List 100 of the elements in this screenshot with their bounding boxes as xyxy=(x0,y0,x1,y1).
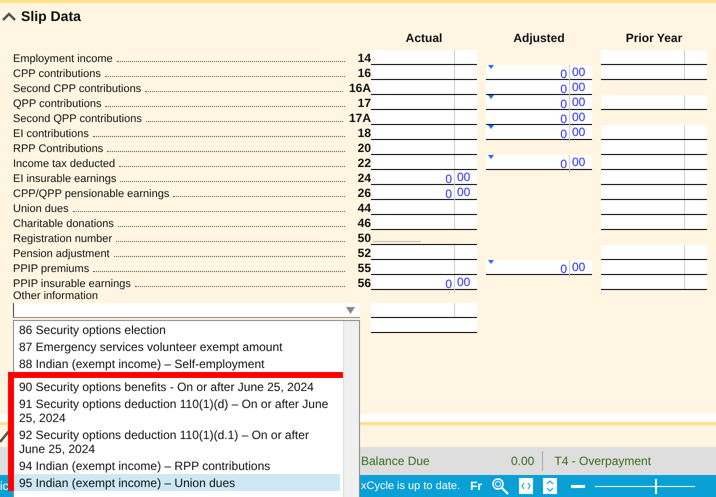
box-number: 16 xyxy=(356,66,371,80)
field-label: Second CPP contributions xyxy=(13,83,142,95)
dropdown-option[interactable]: 86 Security options election xyxy=(14,321,340,338)
box-number: 20 xyxy=(356,141,371,155)
input-field[interactable] xyxy=(371,215,477,230)
input-field[interactable] xyxy=(371,95,477,110)
box-number: 50 xyxy=(356,231,371,245)
input-field[interactable] xyxy=(371,110,477,125)
column-header: Adjusted xyxy=(512,30,566,47)
box-number: 44 xyxy=(356,201,371,215)
amount-text: 0 xyxy=(560,112,568,126)
amount-text: 0 xyxy=(445,172,453,186)
cents-text: 00 xyxy=(456,170,472,184)
dropdown-option[interactable]: 88 Indian (exempt income) – Self-employment xyxy=(14,355,340,372)
field-label: Charitable donations xyxy=(13,218,115,230)
zoom-slider[interactable] xyxy=(595,478,696,494)
box-number: 56 xyxy=(356,276,371,290)
cents-text: 00 xyxy=(571,260,586,274)
input-field[interactable] xyxy=(371,50,477,65)
cents-text: 00 xyxy=(571,80,586,94)
cents-text: 00 xyxy=(571,65,586,79)
input-field[interactable] xyxy=(371,155,477,170)
scroll-button[interactable] xyxy=(543,478,558,494)
box-number: 52 xyxy=(356,246,371,260)
input-field[interactable] xyxy=(371,245,477,260)
collapse-icon[interactable] xyxy=(1,11,17,21)
marker-icon xyxy=(488,155,494,159)
field-label: PPIP premiums xyxy=(13,263,90,275)
cents-text: 00 xyxy=(571,95,586,109)
input-field[interactable] xyxy=(601,95,707,110)
input-field[interactable] xyxy=(371,125,477,140)
cents-text: 00 xyxy=(456,185,472,199)
input-field[interactable]: 0 00 xyxy=(371,170,477,185)
field-label: Income tax deducted xyxy=(13,158,116,170)
input-field[interactable]: 0 00 xyxy=(486,65,592,80)
amount-text: 0 xyxy=(445,277,453,291)
dropdown-field[interactable] xyxy=(13,303,360,318)
input-field[interactable] xyxy=(601,125,707,140)
input-field[interactable] xyxy=(371,200,477,215)
input-field[interactable]: 0 00 xyxy=(486,80,592,95)
field-label: Registration number xyxy=(13,233,114,245)
input-field[interactable] xyxy=(601,275,707,290)
cents-text: 00 xyxy=(571,155,586,169)
section-title: Slip Data xyxy=(21,8,81,24)
box-number: 18 xyxy=(356,126,371,140)
dropdown-option[interactable]: 91 Security options deduction 110(1)(d) – On or after June 25, 2024 xyxy=(14,395,340,426)
box-number: 46 xyxy=(356,216,371,230)
field-label: Pension adjustment xyxy=(13,248,111,260)
input-field[interactable] xyxy=(601,185,707,200)
input-field[interactable] xyxy=(601,245,707,260)
box-number: 17A xyxy=(348,111,371,125)
input-field[interactable]: 0 00 xyxy=(486,260,592,275)
minus-icon[interactable] xyxy=(571,484,586,488)
search-icon[interactable] xyxy=(491,477,510,495)
field-label: EI contributions xyxy=(13,128,90,140)
input-field[interactable] xyxy=(601,200,707,215)
box-number: 22 xyxy=(356,156,371,170)
input-field[interactable] xyxy=(601,50,707,65)
field-label: QPP contributions xyxy=(13,98,102,110)
input-field[interactable] xyxy=(371,80,477,95)
input-field[interactable] xyxy=(601,155,707,170)
input-field[interactable]: 0 00 xyxy=(486,110,592,125)
input-field[interactable]: 0 00 xyxy=(486,95,592,110)
field-label: Union dues xyxy=(13,203,70,215)
input-field[interactable] xyxy=(601,65,707,80)
dropdown-option[interactable]: 94 Indian (exempt income) – RPP contributions xyxy=(14,457,340,474)
input-field[interactable]: 0 00 xyxy=(486,155,592,170)
input-field[interactable] xyxy=(371,140,477,155)
input-field[interactable]: 0 00 xyxy=(371,185,477,200)
box-number: 26 xyxy=(356,186,371,200)
input-field[interactable] xyxy=(371,65,477,80)
dropdown-option[interactable]: 92 Security options deduction 110(1)(d.1) – On or after June 25, 2024 xyxy=(14,426,340,457)
dropdown-option[interactable]: 87 Emergency services volunteer exempt amount xyxy=(14,338,340,355)
box-number: 14 xyxy=(356,51,371,65)
cents-text: 00 xyxy=(571,110,586,124)
chevrons-icon xyxy=(521,482,532,490)
amount-text: 0 xyxy=(445,187,453,201)
field-label: Second QPP contributions xyxy=(13,113,143,125)
balance-amount: 0.00 xyxy=(511,454,536,468)
status-text: ic xyxy=(0,479,9,493)
field-label: CPP contributions xyxy=(13,68,102,80)
input-field[interactable] xyxy=(371,260,477,275)
slider-thumb[interactable] xyxy=(655,478,658,494)
code-button[interactable] xyxy=(519,478,534,494)
input-field[interactable] xyxy=(371,303,477,318)
dropdown-option[interactable]: 95 Indian (exempt income) – Union dues xyxy=(14,474,340,491)
input-field[interactable] xyxy=(601,260,707,275)
status-message: xCycle is up to date. xyxy=(361,480,460,492)
dropdown-option[interactable]: 90 Security options benefits - On or after June 25, 2024 xyxy=(14,378,340,395)
amount-text: 0 xyxy=(560,67,568,81)
input-field[interactable] xyxy=(601,170,707,185)
box-number: 55 xyxy=(356,261,371,275)
box-number: 16A xyxy=(348,81,371,95)
input-field[interactable] xyxy=(371,318,477,333)
input-field[interactable]: 0 00 xyxy=(486,125,592,140)
input-field[interactable]: 0 00 xyxy=(371,275,477,290)
input-field[interactable] xyxy=(601,215,707,230)
input-field[interactable] xyxy=(601,140,707,155)
field-label: RPP Contributions xyxy=(13,143,104,155)
field-label: CPP/QPP pensionable earnings xyxy=(13,188,170,200)
